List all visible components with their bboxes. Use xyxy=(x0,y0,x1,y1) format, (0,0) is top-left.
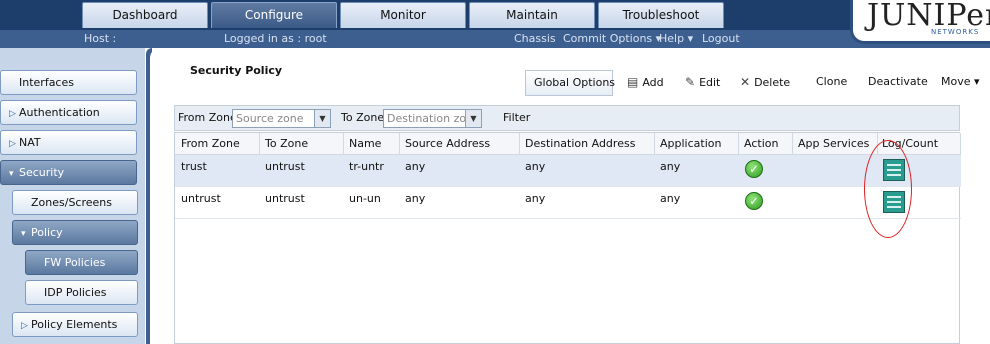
table-row[interactable]: untrust untrust un-un any any any ✓ xyxy=(175,187,961,219)
page-title: Security Policy xyxy=(190,64,283,77)
column-divider xyxy=(654,133,655,155)
column-divider xyxy=(343,133,344,155)
sidebar-item-label: Policy Elements xyxy=(31,318,118,331)
tab-monitor[interactable]: Monitor xyxy=(340,2,466,28)
col-from-zone[interactable]: From Zone xyxy=(181,137,240,150)
expand-icon: ▷ xyxy=(9,109,16,119)
global-options-button[interactable]: Global Options xyxy=(525,70,615,96)
expand-icon: ▷ xyxy=(21,321,28,331)
add-icon: ▤ xyxy=(627,75,639,89)
chevron-down-icon[interactable]: ▼ xyxy=(465,110,481,127)
tab-maintain[interactable]: Maintain xyxy=(469,2,595,28)
sidebar-item-label: Zones/Screens xyxy=(31,196,112,209)
delete-label: Delete xyxy=(754,76,791,89)
clone-button[interactable]: Clone xyxy=(808,70,855,96)
col-to-zone[interactable]: To Zone xyxy=(265,137,308,150)
expand-icon: ▷ xyxy=(9,139,16,149)
col-destination-address[interactable]: Destination Address xyxy=(525,137,635,150)
sidebar-item-label: Interfaces xyxy=(19,76,74,89)
top-nav-bar: Dashboard Configure Monitor Maintain Tro… xyxy=(0,0,990,30)
logged-in-label: Logged in as : root xyxy=(224,32,327,45)
sidebar-item-nat[interactable]: ▷ NAT xyxy=(0,130,137,155)
col-source-address[interactable]: Source Address xyxy=(405,137,490,150)
sidebar-item-zones-screens[interactable]: Zones/Screens xyxy=(12,190,138,215)
to-zone-label: To Zone xyxy=(341,111,385,124)
chassis-link[interactable]: Chassis xyxy=(514,32,556,45)
host-label: Host : xyxy=(84,32,117,45)
cell-application: any xyxy=(660,192,681,205)
add-label: Add xyxy=(642,76,664,89)
sidebar-item-idp-policies[interactable]: IDP Policies xyxy=(25,280,138,305)
sidebar-item-fw-policies[interactable]: FW Policies xyxy=(25,250,138,275)
sidebar: Interfaces ▷ Authentication ▷ NAT ▾ Securit… xyxy=(0,48,145,344)
to-zone-select[interactable]: Destination zon ▼ xyxy=(383,109,482,128)
cell-destination-address: any xyxy=(525,160,546,173)
collapse-icon: ▾ xyxy=(21,229,26,239)
cell-name: tr-untr xyxy=(349,160,384,173)
to-zone-placeholder: Destination zon xyxy=(387,112,474,125)
cell-destination-address: any xyxy=(525,192,546,205)
column-divider xyxy=(792,133,793,155)
sidebar-item-label: Authentication xyxy=(19,106,100,119)
cell-source-address: any xyxy=(405,192,426,205)
column-divider xyxy=(519,133,520,155)
filter-label[interactable]: Filter xyxy=(503,111,530,124)
delete-icon: ✕ xyxy=(740,75,751,89)
cell-application: any xyxy=(660,160,681,173)
column-divider xyxy=(738,133,739,155)
tab-dashboard[interactable]: Dashboard xyxy=(82,2,208,28)
column-divider xyxy=(259,133,260,155)
col-name[interactable]: Name xyxy=(349,137,381,150)
table-row[interactable]: trust untrust tr-untr any any any ✓ xyxy=(175,155,961,187)
edit-icon: ✎ xyxy=(685,75,696,89)
logout-link[interactable]: Logout xyxy=(702,32,740,45)
delete-button[interactable]: ✕ Delete xyxy=(732,70,798,96)
sidebar-item-label: NAT xyxy=(19,136,41,149)
sidebar-item-policy-elements[interactable]: ▷ Policy Elements xyxy=(12,312,138,337)
sidebar-item-label: Policy xyxy=(31,226,63,239)
session-bar: Host : Logged in as : root Chassis Commi… xyxy=(0,30,990,48)
cell-to-zone: untrust xyxy=(265,192,305,205)
from-zone-placeholder: Source zone xyxy=(236,112,304,125)
from-zone-label: From Zone xyxy=(178,111,237,124)
add-button[interactable]: ▤ Add xyxy=(619,70,672,96)
sidebar-item-security[interactable]: ▾ Security xyxy=(0,160,137,185)
sidebar-item-label: IDP Policies xyxy=(44,286,107,299)
cell-from-zone: trust xyxy=(181,160,207,173)
chevron-down-icon[interactable]: ▼ xyxy=(314,110,330,127)
edit-button[interactable]: ✎ Edit xyxy=(677,70,728,96)
sidebar-item-authentication[interactable]: ▷ Authentication xyxy=(0,100,137,125)
col-action[interactable]: Action xyxy=(744,137,778,150)
col-application[interactable]: Application xyxy=(660,137,721,150)
move-menu-button[interactable]: Move ▾ xyxy=(933,70,988,96)
highlight-annotation xyxy=(864,140,912,238)
cell-source-address: any xyxy=(405,160,426,173)
help-menu[interactable]: Help ▾ xyxy=(659,32,693,45)
sidebar-item-interfaces[interactable]: Interfaces xyxy=(0,70,137,95)
permit-icon: ✓ xyxy=(745,160,763,178)
deactivate-button[interactable]: Deactivate xyxy=(860,70,936,96)
edit-label: Edit xyxy=(699,76,721,89)
commit-options-menu[interactable]: Commit Options ▾ xyxy=(563,32,661,45)
sidebar-item-label: FW Policies xyxy=(44,256,106,269)
zone-filter-bar: From Zone Source zone ▼ To Zone Destinati… xyxy=(174,105,960,131)
permit-icon: ✓ xyxy=(745,192,763,210)
sidebar-item-label: Security xyxy=(19,166,65,179)
column-divider xyxy=(960,133,961,155)
cell-name: un-un xyxy=(349,192,381,205)
logo-subtitle: NETWORKS xyxy=(931,28,980,36)
cell-from-zone: untrust xyxy=(181,192,221,205)
col-app-services[interactable]: App Services xyxy=(798,137,869,150)
from-zone-select[interactable]: Source zone ▼ xyxy=(232,109,331,128)
sidebar-item-policy[interactable]: ▾ Policy xyxy=(12,220,138,245)
policy-table: From Zone To Zone Name Source Address De… xyxy=(174,132,961,344)
policy-toolbar: Global Options ▤ Add ✎ Edit ✕ Delete Clone … xyxy=(525,70,985,96)
collapse-icon: ▾ xyxy=(9,169,14,179)
tab-configure[interactable]: Configure xyxy=(211,2,337,28)
table-header: From Zone To Zone Name Source Address De… xyxy=(175,133,961,155)
tab-troubleshoot[interactable]: Troubleshoot xyxy=(598,2,724,28)
juniper-logo: JUNIPer NETWORKS xyxy=(850,0,990,44)
cell-to-zone: untrust xyxy=(265,160,305,173)
column-divider xyxy=(399,133,400,155)
